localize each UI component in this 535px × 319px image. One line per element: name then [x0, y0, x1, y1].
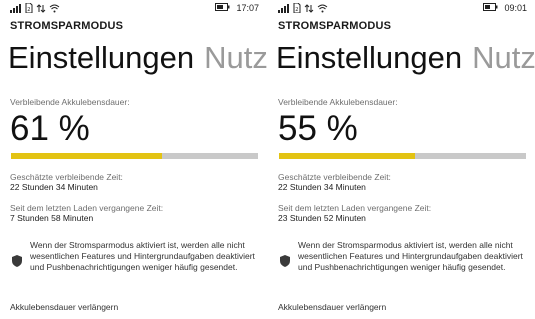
estimated-label: Geschätzte verbleibende Zeit:	[278, 172, 391, 182]
battery-saver-screen-right: 2 09:01 STROMSPARMODUS Einstellungen Nutz…	[268, 0, 535, 319]
wifi-icon	[49, 4, 60, 13]
since-charge-value: 7 Stunden 58 Minuten	[10, 213, 94, 223]
since-charge-value: 23 Stunden 52 Minuten	[278, 213, 366, 223]
battery-icon	[215, 3, 230, 13]
pivot-item-usage[interactable]: Nutz	[204, 40, 267, 75]
battery-icon	[483, 3, 498, 13]
pivot-header: Einstellungen Nutz	[276, 40, 535, 76]
signal-icon	[278, 3, 290, 13]
remaining-label: Verbleibende Akkulebensdauer:	[278, 97, 398, 107]
data-icon	[304, 3, 314, 13]
clock: 09:01	[504, 3, 527, 13]
since-charge-label: Seit dem letzten Laden vergangene Zeit:	[10, 203, 164, 213]
battery-bar-fill	[279, 153, 415, 159]
estimated-label: Geschätzte verbleibende Zeit:	[10, 172, 123, 182]
estimated-value: 22 Stunden 34 Minuten	[278, 182, 366, 192]
status-bar: 2 09:01	[268, 2, 535, 16]
sim-icon: 2	[25, 3, 33, 13]
data-icon	[36, 3, 46, 13]
svg-text:2: 2	[27, 7, 30, 13]
remaining-label: Verbleibende Akkulebensdauer:	[10, 97, 130, 107]
app-title: STROMSPARMODUS	[10, 20, 124, 32]
app-title: STROMSPARMODUS	[278, 20, 392, 32]
info-text: Wenn der Stromsparmodus aktiviert ist, w…	[30, 240, 255, 272]
clock: 17:07	[236, 3, 259, 13]
pivot-item-usage[interactable]: Nutz	[472, 40, 535, 75]
battery-bar	[11, 153, 258, 159]
shield-icon	[280, 254, 290, 272]
battery-percent: 61 %	[10, 109, 90, 148]
pivot-item-settings[interactable]: Einstellungen	[276, 40, 462, 75]
extend-battery-link[interactable]: Akkulebensdauer verlängern	[10, 302, 118, 312]
pivot-item-settings[interactable]: Einstellungen	[8, 40, 194, 75]
since-charge-label: Seit dem letzten Laden vergangene Zeit:	[278, 203, 432, 213]
pivot-header: Einstellungen Nutz	[8, 40, 267, 76]
estimated-value: 22 Stunden 34 Minuten	[10, 182, 98, 192]
svg-text:2: 2	[295, 7, 298, 13]
battery-percent: 55 %	[278, 109, 358, 148]
wifi-icon	[317, 4, 328, 13]
info-text: Wenn der Stromsparmodus aktiviert ist, w…	[298, 240, 523, 272]
status-bar: 2 17:07	[0, 2, 267, 16]
battery-saver-screen-left: 2 17:07 STROMSPARMODUS Einstellungen Nutz…	[0, 0, 267, 319]
signal-icon	[10, 3, 22, 13]
sim-icon: 2	[293, 3, 301, 13]
battery-bar	[279, 153, 526, 159]
extend-battery-link[interactable]: Akkulebensdauer verlängern	[278, 302, 386, 312]
battery-bar-fill	[11, 153, 162, 159]
shield-icon	[12, 254, 22, 272]
